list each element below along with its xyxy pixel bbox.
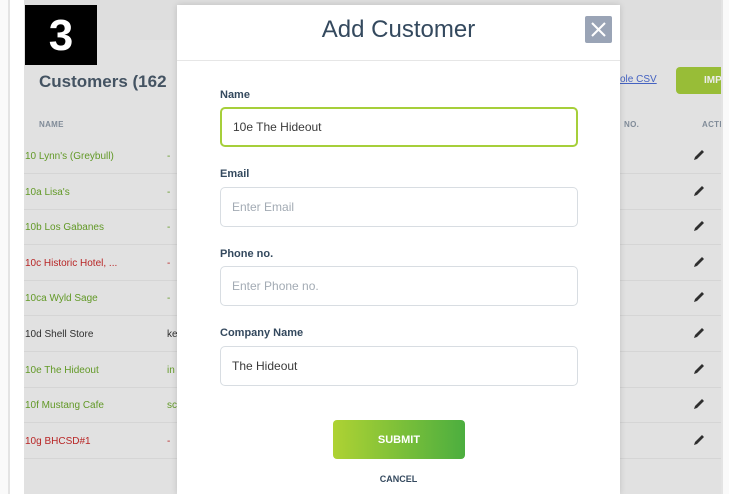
cancel-button[interactable]: CANCEL	[177, 474, 620, 484]
close-icon	[591, 22, 606, 37]
phone-field[interactable]	[220, 266, 578, 306]
right-frame-edge	[721, 0, 729, 494]
name-field[interactable]	[220, 107, 578, 147]
phone-label: Phone no.	[220, 248, 274, 260]
modal-header: Add Customer	[177, 5, 620, 61]
email-field[interactable]	[220, 187, 578, 227]
add-customer-modal: Add Customer Name Email Phone no. Compan…	[177, 5, 620, 494]
close-button[interactable]	[585, 16, 612, 43]
company-name-label: Company Name	[220, 327, 304, 339]
left-frame-edge	[0, 0, 10, 494]
step-badge: 3	[25, 5, 97, 65]
modal-title: Add Customer	[321, 16, 476, 43]
company-name-field[interactable]	[220, 346, 578, 386]
name-label: Name	[220, 89, 250, 101]
submit-button[interactable]: SUBMIT	[333, 420, 465, 459]
email-label: Email	[220, 168, 250, 180]
